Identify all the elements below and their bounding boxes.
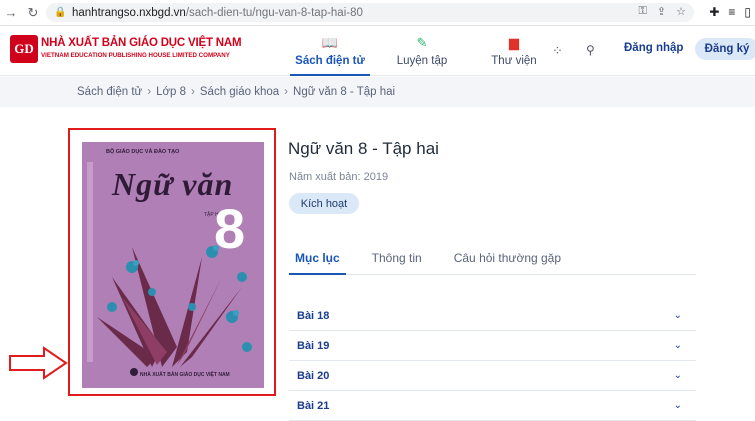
- nav-library[interactable]: ▆ Thư viện: [474, 26, 554, 76]
- chevron-right-icon: ›: [284, 86, 289, 98]
- url-host: hanhtrangso.nxbgd.vn: [72, 6, 186, 19]
- logo-mark-icon: GD: [10, 35, 38, 63]
- flower-illustration: [97, 245, 257, 367]
- nav-practice-label: Luyện tập: [396, 55, 448, 67]
- breadcrumb-current: Ngữ văn 8 - Tập hai: [293, 86, 396, 98]
- reload-icon[interactable]: ↻: [22, 5, 44, 21]
- cover-publisher-logo: [130, 368, 138, 376]
- lesson-label: Bài 18: [297, 309, 330, 322]
- extensions-icon[interactable]: ✚: [709, 5, 719, 19]
- site-header: GD NHÀ XUẤT BẢN GIÁO DỤC VIỆT NAM VIETNA…: [0, 26, 755, 76]
- book-year: Năm xuất bản: 2019: [289, 171, 389, 183]
- nav-ebooks-label: Sách điện tử: [295, 55, 365, 67]
- apps-grid-icon[interactable]: ⁘: [552, 43, 563, 59]
- pencil-icon: ✎: [416, 35, 428, 50]
- chevron-down-icon[interactable]: ⌄: [674, 400, 682, 411]
- nav-library-label: Thư viện: [491, 55, 537, 67]
- main-nav: 📖 Sách điện tử ✎ Luyện tập ▆ Thư viện: [290, 26, 566, 76]
- logo-subtitle: VIETNAM EDUCATION PUBLISHING HOUSE LIMIT…: [41, 52, 230, 59]
- tab-faq[interactable]: Câu hỏi thường gặp: [448, 243, 567, 274]
- book-title: Ngữ văn 8 - Tập hai: [288, 139, 439, 158]
- chevron-right-icon: ›: [147, 86, 152, 98]
- arrow-right-icon: [9, 346, 68, 380]
- breadcrumb: Sách điện tử › Lớp 8 › Sách giáo khoa › …: [0, 77, 755, 107]
- key-icon[interactable]: ⚿: [639, 5, 647, 18]
- highlight-box: BỘ GIÁO DỤC VÀ ĐÀO TẠO Ngữ văn TẬP HAI 8: [68, 128, 276, 396]
- cover-publisher-bottom: NHÀ XUẤT BẢN GIÁO DỤC VIỆT NAM: [140, 372, 230, 378]
- lesson-label: Bài 21: [297, 399, 330, 412]
- chevron-right-icon: ›: [191, 86, 195, 98]
- logo-title: NHÀ XUẤT BẢN GIÁO DỤC VIỆT NAM: [41, 37, 242, 49]
- nav-practice[interactable]: ✎ Luyện tập: [382, 26, 462, 76]
- breadcrumb-item[interactable]: Lớp 8: [156, 86, 186, 98]
- book-icon: 📖: [321, 35, 339, 50]
- search-icon[interactable]: ⚲: [586, 43, 595, 57]
- book-cover[interactable]: BỘ GIÁO DỤC VÀ ĐÀO TẠO Ngữ văn TẬP HAI 8: [82, 142, 264, 388]
- cover-publisher-top: BỘ GIÁO DỤC VÀ ĐÀO TẠO: [106, 149, 180, 155]
- tab-info[interactable]: Thông tin: [366, 243, 428, 274]
- list-item[interactable]: Bài 18 ⌄: [289, 301, 696, 331]
- list-item[interactable]: Bài 19 ⌄: [289, 331, 696, 361]
- lock-icon[interactable]: 🔒: [54, 7, 66, 18]
- sidebar-icon[interactable]: ▯: [744, 5, 751, 19]
- login-button[interactable]: Đăng nhập: [624, 42, 683, 54]
- tab-table-of-contents[interactable]: Mục lục: [289, 243, 346, 275]
- browser-toolbar: → ↻ 🔒 hanhtrangso.nxbgd.vn/sach-dien-tu/…: [0, 0, 755, 26]
- share-icon[interactable]: ⇪: [657, 5, 666, 18]
- lesson-label: Bài 20: [297, 369, 330, 382]
- activate-button[interactable]: Kích hoạt: [289, 193, 359, 214]
- chevron-down-icon[interactable]: ⌄: [674, 340, 682, 351]
- star-icon[interactable]: ☆: [676, 5, 686, 18]
- list-item[interactable]: Bài 20 ⌄: [289, 361, 696, 391]
- reading-list-icon[interactable]: ≡: [728, 5, 735, 19]
- lesson-list: Bài 18 ⌄ Bài 19 ⌄ Bài 20 ⌄ Bài 21 ⌄: [289, 301, 696, 421]
- chevron-down-icon[interactable]: ⌄: [674, 370, 682, 381]
- nav-ebooks[interactable]: 📖 Sách điện tử: [290, 26, 370, 76]
- book-tabs: Mục lục Thông tin Câu hỏi thường gặp: [289, 243, 696, 275]
- breadcrumb-item[interactable]: Sách điện tử: [77, 86, 142, 98]
- library-icon: ▆: [509, 35, 519, 50]
- address-bar[interactable]: 🔒 hanhtrangso.nxbgd.vn/sach-dien-tu/ngu-…: [46, 3, 694, 22]
- signup-button[interactable]: Đăng ký: [695, 38, 755, 60]
- lesson-label: Bài 19: [297, 339, 330, 352]
- forward-icon[interactable]: →: [0, 5, 22, 20]
- publisher-logo[interactable]: GD NHÀ XUẤT BẢN GIÁO DỤC VIỆT NAM VIETNA…: [10, 35, 242, 65]
- breadcrumb-item[interactable]: Sách giáo khoa: [200, 86, 279, 98]
- chevron-down-icon[interactable]: ⌄: [674, 310, 682, 321]
- url-path: /sach-dien-tu/ngu-van-8-tap-hai-80: [185, 6, 363, 19]
